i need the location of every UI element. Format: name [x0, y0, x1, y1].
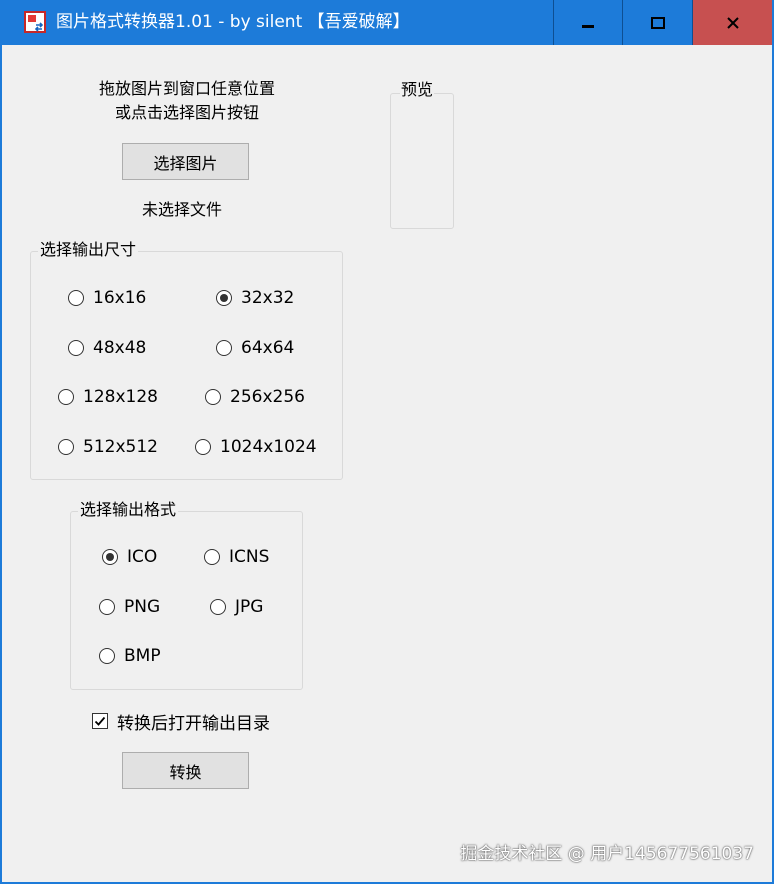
format-option-label: ICNS [229, 547, 270, 567]
radio-circle[interactable] [58, 389, 74, 405]
radio-circle[interactable] [68, 290, 84, 306]
radio-selected-dot [220, 294, 228, 302]
format-option-label: JPG [235, 597, 264, 617]
preview-box [390, 93, 454, 229]
format-option-jpg[interactable]: JPG [210, 595, 263, 619]
format-option-label: BMP [124, 646, 161, 666]
close-button[interactable] [693, 0, 772, 45]
maximize-icon [650, 16, 665, 29]
checkbox-box[interactable] [92, 713, 108, 729]
convert-button[interactable]: 转换 [122, 752, 249, 789]
radio-circle[interactable] [99, 648, 115, 664]
size-option-48x48[interactable]: 48x48 [68, 336, 146, 360]
radio-circle[interactable] [205, 389, 221, 405]
radio-circle[interactable] [216, 340, 232, 356]
close-icon [726, 16, 739, 29]
size-option-label: 16x16 [93, 288, 147, 308]
size-option-label: 512x512 [83, 437, 158, 457]
size-option-label: 1024x1024 [220, 437, 317, 457]
output-size-group-label: 选择输出尺寸 [38, 240, 139, 260]
select-image-button[interactable]: 选择图片 [122, 143, 249, 180]
format-option-png[interactable]: PNG [99, 595, 160, 619]
radio-circle[interactable] [99, 599, 115, 615]
minimize-icon [582, 24, 594, 28]
format-option-label: ICO [127, 547, 158, 567]
file-status: 未选择文件 [142, 200, 223, 219]
size-option-label: 128x128 [83, 387, 158, 407]
size-option-32x32[interactable]: 32x32 [216, 286, 294, 310]
size-option-label: 48x48 [93, 338, 147, 358]
size-option-label: 32x32 [241, 288, 295, 308]
size-option-label: 64x64 [241, 338, 295, 358]
window-title: 图片格式转换器1.01 - by silent 【吾爱破解】 [56, 12, 410, 32]
output-format-group-label: 选择输出格式 [78, 500, 179, 520]
radio-selected-dot [106, 553, 114, 561]
title-bar[interactable]: 图片格式转换器1.01 - by silent 【吾爱破解】 [2, 0, 772, 45]
app-window: 图片格式转换器1.01 - by silent 【吾爱破解】 拖放图片到窗口任意… [0, 0, 774, 884]
radio-circle[interactable] [204, 549, 220, 565]
size-option-label: 256x256 [230, 387, 305, 407]
radio-circle[interactable] [68, 340, 84, 356]
app-icon [24, 11, 46, 33]
radio-circle[interactable] [195, 439, 211, 455]
size-option-64x64[interactable]: 64x64 [216, 336, 294, 360]
size-option-16x16[interactable]: 16x16 [68, 286, 146, 310]
client-area: 拖放图片到窗口任意位置 或点击选择图片按钮 选择图片 未选择文件 预览 选择输出… [2, 45, 772, 882]
radio-circle[interactable] [210, 599, 226, 615]
radio-circle[interactable] [102, 549, 118, 565]
size-option-128x128[interactable]: 128x128 [58, 385, 158, 409]
size-option-1024x1024[interactable]: 1024x1024 [195, 435, 317, 459]
format-option-icns[interactable]: ICNS [204, 545, 269, 569]
format-option-label: PNG [124, 597, 161, 617]
open-output-dir-label: 转换后打开输出目录 [117, 713, 270, 734]
format-option-ico[interactable]: ICO [102, 545, 157, 569]
watermark-text: 掘金技术社区 @ 用户14567756103​7 [460, 844, 754, 864]
maximize-button[interactable] [623, 0, 693, 45]
radio-circle[interactable] [58, 439, 74, 455]
radio-circle[interactable] [216, 290, 232, 306]
size-option-512x512[interactable]: 512x512 [58, 435, 158, 459]
format-option-bmp[interactable]: BMP [99, 644, 161, 668]
open-output-dir-checkbox[interactable]: 转换后打开输出目录 [92, 709, 270, 734]
drop-hint-line1: 拖放图片到窗口任意位置 [98, 79, 275, 98]
preview-label: 预览 [400, 80, 435, 100]
drop-hint: 拖放图片到窗口任意位置 或点击选择图片按钮 [42, 77, 332, 125]
minimize-button[interactable] [553, 0, 623, 45]
drop-hint-line2: 或点击选择图片按钮 [114, 103, 259, 122]
checkmark-icon [94, 716, 106, 726]
size-option-256x256[interactable]: 256x256 [205, 385, 305, 409]
